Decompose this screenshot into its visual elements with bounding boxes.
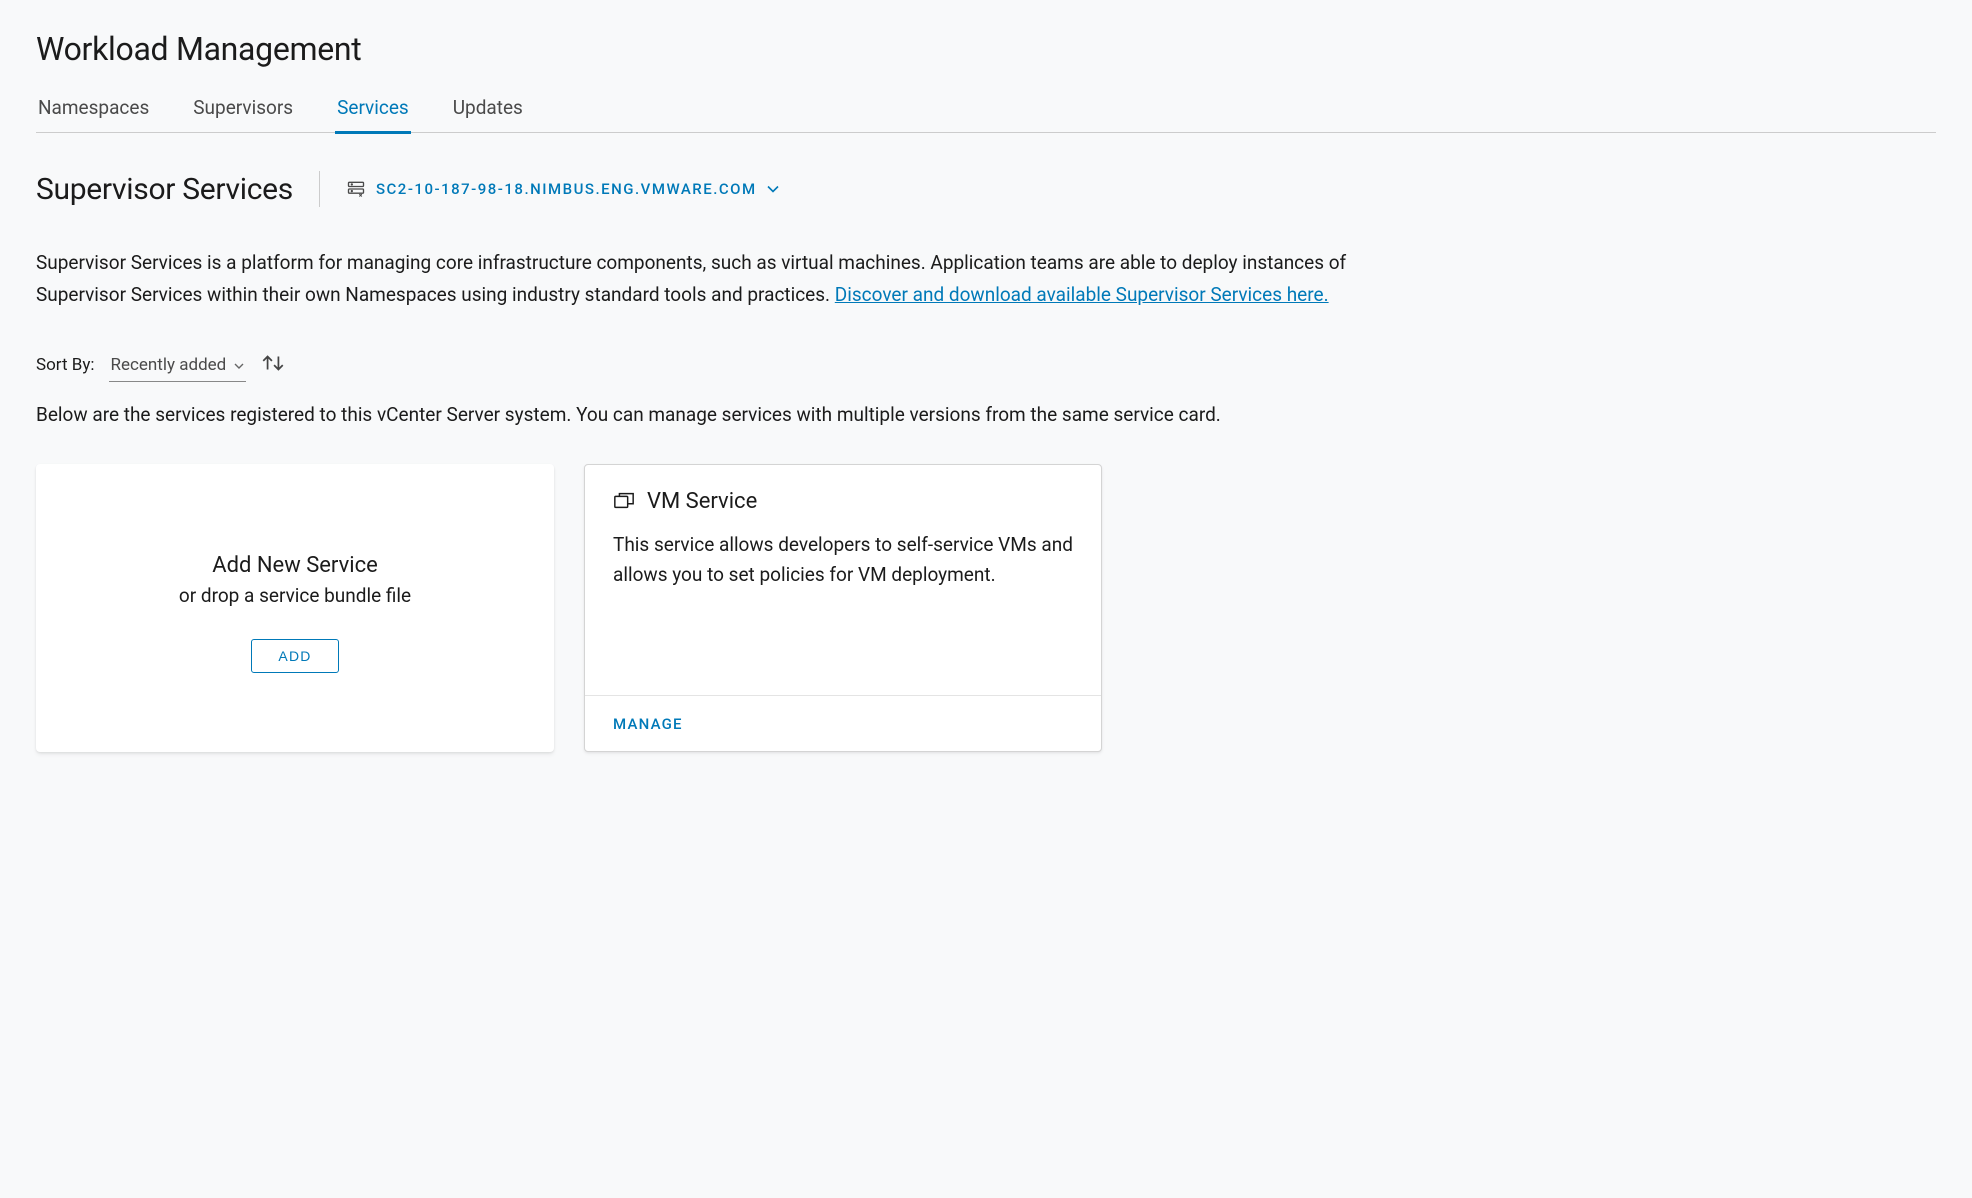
server-name: SC2-10-187-98-18.NIMBUS.ENG.VMWARE.COM <box>376 180 757 198</box>
registered-services-subtext: Below are the services registered to thi… <box>36 403 1936 426</box>
vm-service-card: VM Service This service allows developer… <box>584 464 1102 752</box>
service-card-body: VM Service This service allows developer… <box>585 465 1101 695</box>
service-description: This service allows developers to self-s… <box>613 530 1073 591</box>
section-header: Supervisor Services SC2-10-187-98-18.NIM… <box>36 171 1936 207</box>
tabs-bar: Namespaces Supervisors Services Updates <box>36 96 1936 133</box>
sort-select[interactable]: Recently added <box>109 353 247 382</box>
service-card-header: VM Service <box>613 489 1073 514</box>
service-card-footer: MANAGE <box>585 695 1101 751</box>
divider <box>319 171 320 207</box>
section-description: Supervisor Services is a platform for ma… <box>36 247 1396 312</box>
discover-link[interactable]: Discover and download available Supervis… <box>835 283 1329 306</box>
server-selector[interactable]: SC2-10-187-98-18.NIMBUS.ENG.VMWARE.COM <box>346 179 779 199</box>
add-card-title: Add New Service <box>212 553 378 578</box>
sort-direction-toggle[interactable] <box>260 352 286 379</box>
service-cards: Add New Service or drop a service bundle… <box>36 464 1936 752</box>
server-icon <box>346 179 366 199</box>
service-title: VM Service <box>647 489 757 514</box>
add-card-subtitle: or drop a service bundle file <box>179 584 411 607</box>
sort-row: Sort By: Recently added <box>36 352 1936 379</box>
tab-updates[interactable]: Updates <box>451 96 525 134</box>
add-service-card[interactable]: Add New Service or drop a service bundle… <box>36 464 554 752</box>
page-title: Workload Management <box>36 30 1936 68</box>
section-title: Supervisor Services <box>36 172 293 207</box>
tab-supervisors[interactable]: Supervisors <box>191 96 295 134</box>
tab-services[interactable]: Services <box>335 96 411 134</box>
chevron-down-icon <box>767 182 779 196</box>
add-button[interactable]: ADD <box>251 639 338 673</box>
vm-icon <box>613 490 635 512</box>
manage-button[interactable]: MANAGE <box>613 715 683 733</box>
tab-namespaces[interactable]: Namespaces <box>36 96 151 134</box>
sort-label: Sort By: <box>36 355 95 375</box>
